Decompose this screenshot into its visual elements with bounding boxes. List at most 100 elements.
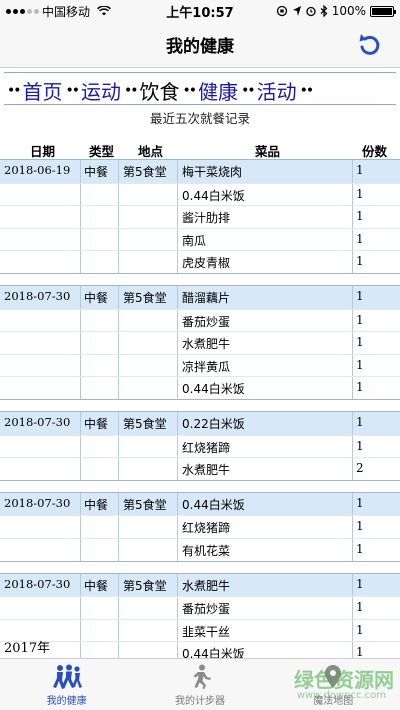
header-type: 类型 (89, 144, 115, 159)
column-divider (177, 251, 178, 273)
header-date: 日期 (30, 144, 56, 159)
tab-my-health[interactable]: 我的健康 (0, 659, 133, 710)
cell-date: 2018-07-30 (4, 576, 71, 591)
menu-bottom-divider (4, 104, 396, 105)
cell-qty: 1 (356, 288, 364, 303)
cell-qty: 1 (356, 254, 364, 269)
cell-qty: 1 (356, 312, 364, 327)
column-divider (352, 160, 353, 183)
meal-record: 2018-07-30 中餐 第5食堂 0.22白米饭 1 红烧猪蹄 1 水煮肥牛 2 (0, 410, 400, 481)
page-title: 我的健康 (166, 37, 234, 57)
column-divider (177, 619, 178, 642)
cell-qty: 1 (356, 209, 364, 224)
column-divider (118, 228, 119, 251)
column-divider (118, 492, 119, 516)
menu-separator: •• (241, 82, 255, 99)
table-row: 0.44白米饭 1 (0, 376, 400, 399)
column-divider (177, 332, 178, 354)
status-time: 上午10:57 (166, 5, 234, 21)
column-divider (118, 309, 119, 332)
cell-dish: 酱汁肋排 (182, 211, 231, 226)
cell-type: 中餐 (84, 578, 109, 593)
column-divider (80, 251, 81, 273)
column-divider (177, 573, 178, 597)
cell-dish: 南瓜 (182, 233, 207, 248)
column-divider (352, 206, 353, 228)
column-divider (118, 516, 119, 538)
cell-dish: 红烧猪蹄 (182, 521, 231, 536)
column-divider (177, 435, 178, 458)
table-row: 0.44白米饭 1 (0, 641, 400, 658)
cell-dish: 0.44白米饭 (182, 647, 245, 658)
column-divider (352, 619, 353, 642)
table-row: 虎皮青椒 1 (0, 250, 400, 273)
table-row: 2018-06-19 中餐 第5食堂 梅干菜烧肉 1 (0, 160, 400, 183)
menu-link-3[interactable]: 健康 (198, 76, 238, 105)
cell-date: 2018-07-30 (4, 414, 71, 429)
menu-link-1[interactable]: 运动 (81, 76, 121, 105)
column-divider (352, 516, 353, 538)
cell-qty: 1 (356, 335, 364, 350)
rotation-lock-icon (276, 5, 287, 17)
column-divider (352, 538, 353, 561)
battery-icon (370, 5, 396, 17)
cell-qty: 1 (356, 357, 364, 372)
cell-type: 中餐 (84, 497, 109, 512)
menu-link-0[interactable]: 首页 (23, 76, 63, 105)
column-divider (352, 332, 353, 354)
cell-qty: 1 (356, 414, 364, 429)
column-divider (352, 411, 353, 435)
column-divider (80, 183, 81, 206)
cell-dish: 水煮肥牛 (182, 337, 231, 352)
cell-dish: 0.44白米饭 (182, 382, 245, 397)
column-divider (80, 285, 81, 309)
cell-qty: 1 (356, 380, 364, 395)
cell-qty: 1 (356, 186, 364, 201)
runners-group-icon (52, 664, 82, 689)
table-row: 2018-07-30 中餐 第5食堂 水煮肥牛 1 (0, 573, 400, 597)
column-divider (177, 516, 178, 538)
column-divider (118, 435, 119, 458)
cell-dish: 水煮肥牛 (182, 463, 231, 478)
table-row: 2018-07-30 中餐 第5食堂 醋溜藕片 1 (0, 285, 400, 309)
status-right: 100% (254, 4, 396, 18)
menu-separator: •• (7, 82, 21, 99)
column-divider (177, 458, 178, 480)
cell-location: 第5食堂 (123, 290, 167, 305)
header-location: 地点 (138, 144, 164, 159)
column-divider (177, 492, 178, 516)
column-divider (118, 411, 119, 435)
column-divider (352, 435, 353, 458)
column-divider (80, 492, 81, 516)
cell-date: 2018-07-30 (4, 495, 71, 510)
signal-icon (6, 8, 39, 14)
cell-dish: 有机花菜 (182, 543, 231, 558)
meal-record: 2018-07-30 中餐 第5食堂 水煮肥牛 1 番茄炒蛋 1 韭菜干丝 1 0.44白米饭 1 (0, 572, 400, 658)
wifi-icon (97, 6, 111, 16)
column-divider (80, 516, 81, 538)
column-divider (80, 573, 81, 597)
column-divider (177, 538, 178, 561)
column-divider (118, 354, 119, 377)
column-divider (352, 642, 353, 658)
section-menu: •• 首页 •• 运动 •• 饮食 •• 健康 •• 活动 •• (4, 76, 396, 105)
column-divider (118, 285, 119, 309)
menu-link-4[interactable]: 活动 (257, 76, 297, 105)
cell-dish: 水煮肥牛 (182, 578, 231, 593)
cell-type: 中餐 (84, 290, 109, 305)
bluetooth-icon (320, 5, 328, 17)
cell-location: 第5食堂 (123, 497, 167, 512)
column-divider (118, 619, 119, 642)
column-divider (352, 251, 353, 273)
column-divider (80, 411, 81, 435)
column-divider (80, 309, 81, 332)
status-bar: 中国移动 上午10:57 100% (0, 0, 400, 22)
cell-dish: 番茄炒蛋 (182, 314, 231, 329)
tab-my-pedometer[interactable]: 我的计步器 (133, 659, 266, 710)
column-divider (118, 206, 119, 228)
column-divider (352, 228, 353, 251)
column-divider (80, 160, 81, 183)
refresh-icon[interactable] (354, 30, 384, 60)
cell-dish: 虎皮青椒 (182, 256, 231, 271)
column-divider (177, 228, 178, 251)
